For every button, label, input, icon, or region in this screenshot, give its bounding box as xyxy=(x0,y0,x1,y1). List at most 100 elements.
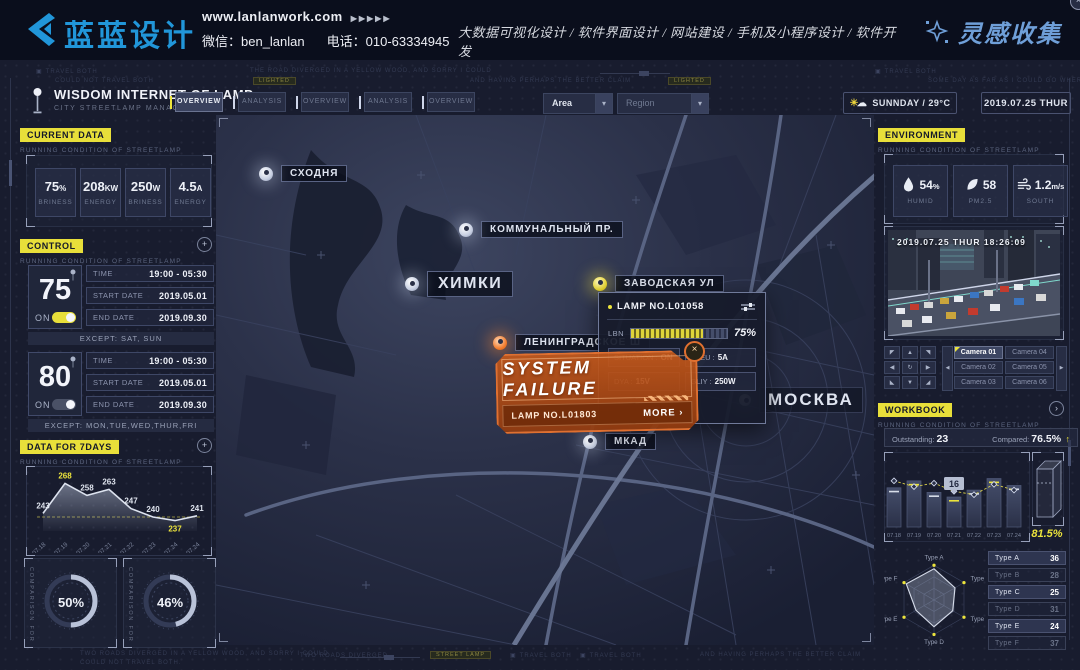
slider-handle[interactable] xyxy=(384,655,394,660)
gauge-label: COMPARISON FOR xyxy=(127,567,133,643)
schedule-row-start-date: START DATE2019.05.01 xyxy=(86,374,214,391)
pan-right-icon[interactable]: ▶ xyxy=(920,361,936,374)
schedule-row-end-date: END DATE2019.09.30 xyxy=(86,396,214,413)
environment-section: ENVIRONMENT RUNNING CONDITION OF STREETL… xyxy=(878,125,1066,154)
workbook-more-button[interactable]: › xyxy=(1049,401,1064,416)
lanlan-logo-icon xyxy=(22,11,60,49)
camera-button-1[interactable]: Camera 01 xyxy=(954,346,1003,359)
schedule-rows: TIME19:00 - 05:30START DATE2019.05.01END… xyxy=(86,265,214,331)
area-select-value: Area xyxy=(544,94,595,113)
pan-reset-icon[interactable]: ↻ xyxy=(902,361,918,374)
outstanding-label: Outstanding: xyxy=(892,435,935,444)
sliders-icon[interactable] xyxy=(741,302,755,312)
current-data-frame: 75%BRINESS208KWENERGY250WBRINESS4.5AENER… xyxy=(26,155,212,227)
failure-close-icon[interactable]: × xyxy=(684,341,705,362)
workbook-bar-chart: 07.1807.1907.2007.2107.2207.2307.2416 xyxy=(883,451,1031,548)
region-select[interactable]: Region ▾ xyxy=(617,93,709,114)
slider-handle[interactable] xyxy=(639,71,649,76)
type-row-type-f[interactable]: Type F37 xyxy=(988,636,1066,650)
area-select[interactable]: Area ▾ xyxy=(543,93,613,114)
type-row-type-a[interactable]: Type A36 xyxy=(988,551,1066,565)
lamp-pin-icon xyxy=(593,277,607,291)
camera-feed-frame: 2019.07.25 THUR 18:26:09 xyxy=(884,226,1064,340)
pan-up-icon[interactable]: ▲ xyxy=(902,346,918,359)
tab-overview-4[interactable]: OVERVIEW xyxy=(422,92,475,112)
except-bar: EXCEPT: SAT, SUN xyxy=(28,332,214,345)
svg-text:07.23: 07.23 xyxy=(987,533,1001,539)
decor-text: COULD NOT TRAVEL BOTH. xyxy=(80,660,181,666)
tab-analysis-3[interactable]: ANALYSIS xyxy=(359,92,412,112)
website-line: www.lanlanwork.com▶▶▶▶▶ xyxy=(202,9,391,24)
camera-button-6[interactable]: Camera 06 xyxy=(1005,376,1054,389)
pan-down-left-icon[interactable]: ◣ xyxy=(884,376,900,389)
lbn-progress-row: LBN 75% xyxy=(608,327,756,339)
map-pin-заводская ул[interactable]: ЗАВОДСКАЯ УЛ xyxy=(593,275,724,292)
pan-up-right-icon[interactable]: ◥ xyxy=(920,346,936,359)
schedule-row-time: TIME19:00 - 05:30 xyxy=(86,352,214,369)
comparison-gauge: COMPARISON FOR50% xyxy=(24,558,117,648)
decor-slider[interactable] xyxy=(340,657,420,658)
comparison-gauge: COMPARISON FOR46% xyxy=(123,558,216,648)
pan-left-icon[interactable]: ◀ xyxy=(884,361,900,374)
pan-up-left-icon[interactable]: ◤ xyxy=(884,346,900,359)
map-pin-коммунальный пр.[interactable]: КОММУНАЛЬНЫЙ ПР. xyxy=(459,221,623,238)
workbook-badge: WORKBOOK xyxy=(878,403,952,417)
type-value: 37 xyxy=(1050,639,1059,648)
row-value: 19:00 - 05:30 xyxy=(149,356,207,366)
type-value: 25 xyxy=(1050,588,1059,597)
data-7days-add-button[interactable]: + xyxy=(197,438,212,453)
type-row-type-b[interactable]: Type B28 xyxy=(988,568,1066,582)
tab-tick xyxy=(422,96,424,109)
decor-slider[interactable] xyxy=(600,73,670,74)
ad-banner: 蓝蓝设计 www.lanlanwork.com▶▶▶▶▶ 微信：ben_lanl… xyxy=(0,0,1080,60)
camera-prev-button[interactable]: ◀ xyxy=(942,346,953,391)
power-toggle[interactable] xyxy=(52,399,76,410)
power-toggle[interactable] xyxy=(52,312,76,323)
failure-more-button[interactable]: MORE › xyxy=(643,407,684,419)
env-card-humid: 54% HUMID xyxy=(893,165,948,217)
tab-analysis-1[interactable]: ANALYSIS xyxy=(233,92,286,112)
pan-down-icon[interactable]: ▼ xyxy=(902,376,918,389)
map-pin-мкад[interactable]: МКАД xyxy=(583,433,656,450)
svg-text:Type E: Type E xyxy=(884,616,897,623)
type-row-type-d[interactable]: Type D31 xyxy=(988,602,1066,616)
tab-tick xyxy=(296,96,298,109)
type-row-type-c[interactable]: Type C25 xyxy=(988,585,1066,599)
env-label: SOUTH xyxy=(1027,198,1055,205)
services-text: 大数据可视化设计 / 软件界面设计 / 网站建设 / 手机及小程序设计 / 软件… xyxy=(458,22,898,60)
camera-next-button[interactable]: ▶ xyxy=(1056,346,1067,391)
camera-button-4[interactable]: Camera 04 xyxy=(1005,346,1054,359)
svg-text:07.18: 07.18 xyxy=(31,541,48,553)
arrows-decor: ▶▶▶▶▶ xyxy=(351,14,392,23)
tab-overview-2[interactable]: OVERVIEW xyxy=(296,92,349,112)
map-pin-химки[interactable]: ХИМКИ xyxy=(405,271,513,297)
streetlamp-dashboard: 蓝蓝设计 www.lanlanwork.com▶▶▶▶▶ 微信：ben_lanl… xyxy=(0,0,1080,670)
control-add-button[interactable]: + xyxy=(197,237,212,252)
tab-label: OVERVIEW xyxy=(301,92,349,112)
gauge-label: COMPARISON FOR xyxy=(28,567,34,643)
brightness-tile: 80ON xyxy=(28,352,82,416)
map-pin-сходня[interactable]: СХОДНЯ xyxy=(259,165,347,182)
stat-value: 250W xyxy=(131,179,160,194)
env-value: 54% xyxy=(919,178,939,192)
main-tabs: OVERVIEW ANALYSIS OVERVIEW ANALYSIS OVERVIEW xyxy=(170,92,475,112)
type-row-type-e[interactable]: Type E24 xyxy=(988,619,1066,633)
decor-text: THE ROAD DIVERGED IN A YELLOW WOOD, AND … xyxy=(250,68,492,74)
power-row: ON xyxy=(35,312,76,323)
lbn-progress-bar xyxy=(630,328,728,339)
tab-label: OVERVIEW xyxy=(175,92,223,112)
svg-text:07.21: 07.21 xyxy=(947,533,961,539)
environment-frame: 54%HUMID58PM2.51.2m/sSOUTH xyxy=(884,154,1064,224)
svg-text:241: 241 xyxy=(190,504,204,513)
compared-value: 76.5% xyxy=(1031,433,1061,445)
date-text: 2019.07.25 THUR xyxy=(984,98,1068,109)
pin-label: СХОДНЯ xyxy=(281,165,347,182)
pan-down-right-icon[interactable]: ◢ xyxy=(920,376,936,389)
left-ruler-handle[interactable] xyxy=(9,160,12,186)
schedule-row-end-date: END DATE2019.09.30 xyxy=(86,309,214,326)
env-label: HUMID xyxy=(907,198,933,205)
camera-button-3[interactable]: Camera 03 xyxy=(954,376,1003,389)
camera-button-5[interactable]: Camera 05 xyxy=(1005,361,1054,374)
tab-overview-0[interactable]: OVERVIEW xyxy=(170,92,223,112)
camera-button-2[interactable]: Camera 02 xyxy=(954,361,1003,374)
